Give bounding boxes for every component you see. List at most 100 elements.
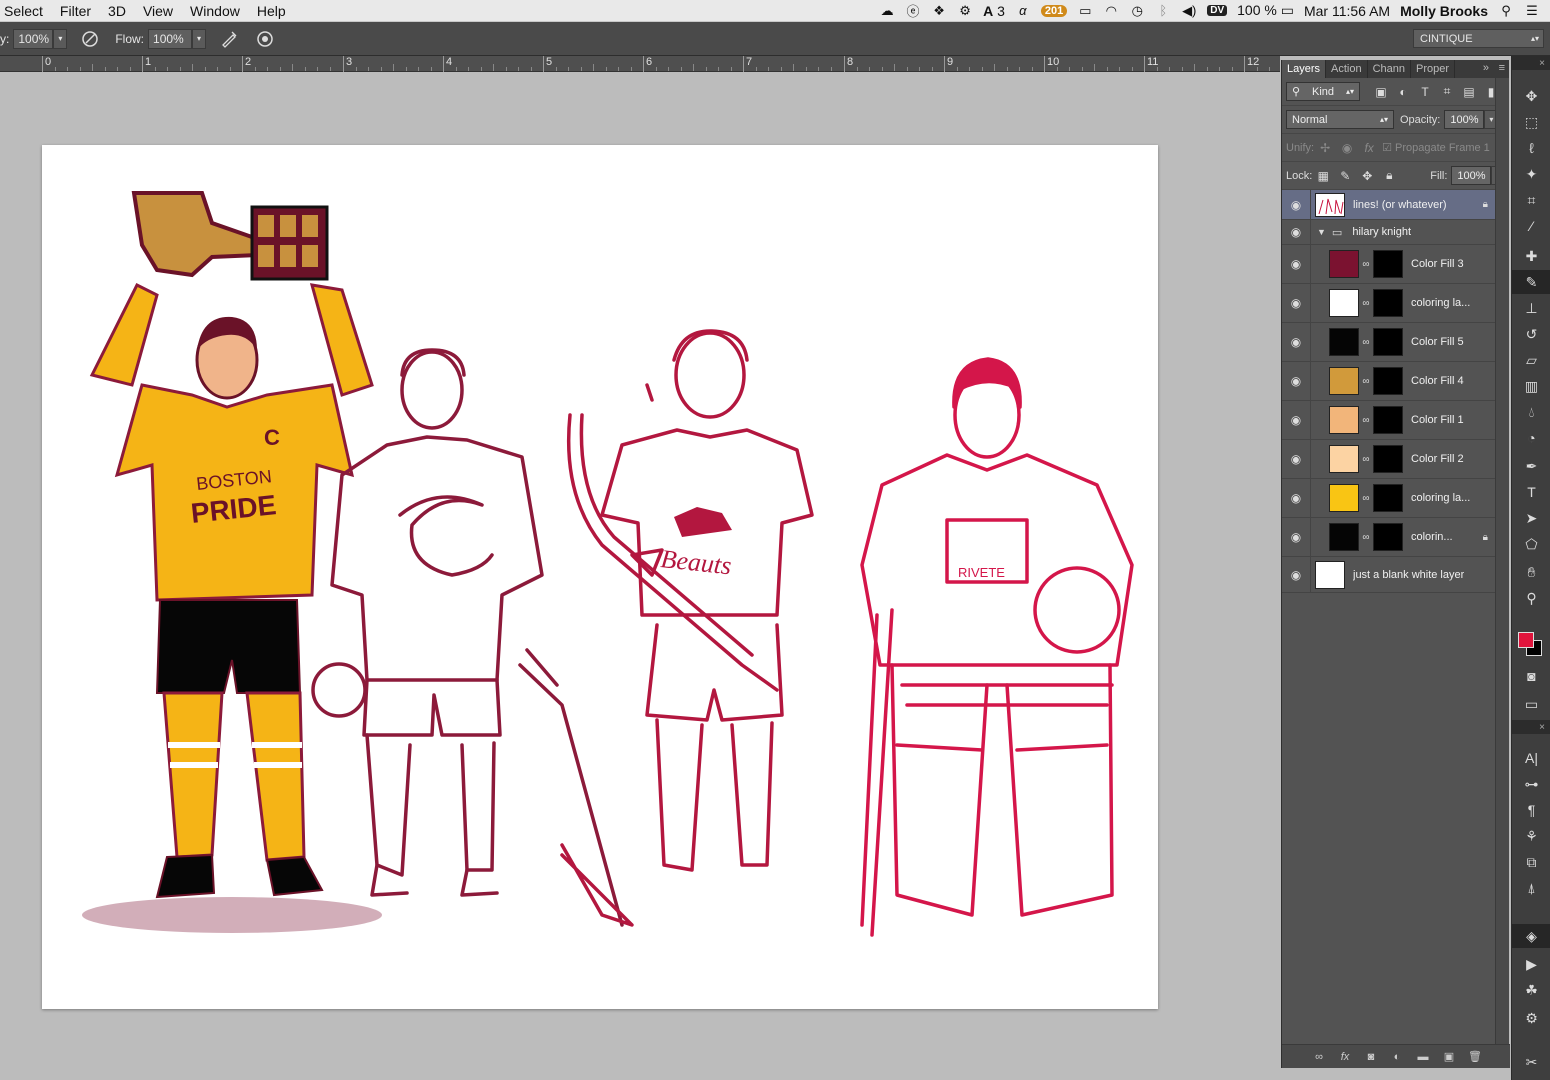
more-tabs-icon[interactable]: » xyxy=(1483,62,1489,74)
filter-pixel-icon[interactable]: ▣ xyxy=(1370,85,1392,99)
blur-tool-icon[interactable]: 💧︎ xyxy=(1512,400,1550,424)
bluetooth-icon[interactable]: ᛒ xyxy=(1155,3,1171,18)
tab-channels[interactable]: Chann xyxy=(1368,60,1412,78)
crop-tool-icon[interactable]: ⌗ xyxy=(1512,188,1550,212)
mask-link-icon[interactable]: ∞ xyxy=(1359,298,1373,309)
layer-row-coloring-black[interactable]: ◉ ∞ colorin... 🔒︎ xyxy=(1282,518,1496,557)
brush-tool-icon[interactable]: ✎ xyxy=(1512,270,1550,294)
clock[interactable]: Mar 11:56 AM xyxy=(1304,3,1390,19)
notification-center-icon[interactable]: ☰ xyxy=(1524,3,1540,19)
magic-wand-tool-icon[interactable]: ✦ xyxy=(1512,162,1550,186)
timeline-play-icon[interactable]: ▶ xyxy=(1512,952,1550,976)
visibility-eye-icon[interactable]: ◉ xyxy=(1282,374,1310,388)
screen-mode-icon[interactable]: ▭ xyxy=(1512,692,1550,716)
add-mask-icon[interactable]: ◙ xyxy=(1358,1051,1384,1063)
group-expand-arrow-icon[interactable]: ▼ xyxy=(1317,227,1326,237)
visibility-eye-icon[interactable]: ◉ xyxy=(1282,198,1310,212)
eraser-tool-icon[interactable]: ▱ xyxy=(1512,348,1550,372)
lock-position-icon[interactable]: ✥ xyxy=(1356,169,1378,183)
tool-presets-icon[interactable]: ✂ xyxy=(1512,1050,1550,1074)
user-name[interactable]: Molly Brooks xyxy=(1400,3,1488,19)
panel-scrollbar[interactable] xyxy=(1495,78,1509,1046)
pen-tool-icon[interactable]: ✒ xyxy=(1512,454,1550,478)
new-layer-icon[interactable]: ▣ xyxy=(1436,1050,1462,1063)
visibility-eye-icon[interactable]: ◉ xyxy=(1282,225,1310,239)
propagate-checkbox[interactable]: ☑ xyxy=(1382,141,1392,154)
menu-filter[interactable]: Filter xyxy=(60,3,91,19)
new-adjustment-icon[interactable]: ◐ xyxy=(1384,1051,1410,1063)
clone-stamp-tool-icon[interactable]: ⊥ xyxy=(1512,296,1550,320)
blend-mode-select[interactable]: Normal ▴▾ xyxy=(1286,110,1394,129)
visibility-eye-icon[interactable]: ◉ xyxy=(1282,335,1310,349)
quick-mask-icon[interactable]: ◙ xyxy=(1512,664,1550,688)
spotlight-search-icon[interactable]: ⚲ xyxy=(1498,3,1514,19)
brushes-panel-icon[interactable]: ⚘ xyxy=(1512,824,1550,848)
visibility-eye-icon[interactable]: ◉ xyxy=(1282,296,1310,310)
volume-icon[interactable]: ◀) xyxy=(1181,3,1197,19)
type-tool-icon[interactable]: T xyxy=(1512,480,1550,504)
airplay-icon[interactable]: ▭ xyxy=(1077,3,1093,19)
clone-source-icon[interactable]: ⧉ xyxy=(1512,850,1550,874)
filter-smart-object-icon[interactable]: ▤ xyxy=(1458,85,1480,99)
dropbox-icon[interactable]: ❖ xyxy=(931,3,947,19)
flow-field[interactable]: 100% xyxy=(148,28,193,49)
mask-link-icon[interactable]: ∞ xyxy=(1359,415,1373,426)
layer-row-color-fill-2[interactable]: ◉ ∞ Color Fill 2 xyxy=(1282,440,1496,479)
channels-panel-icon[interactable]: ☘ xyxy=(1512,978,1550,1002)
pressure-opacity-icon[interactable] xyxy=(77,26,103,52)
dv-icon[interactable]: DV xyxy=(1207,5,1228,16)
lock-pixels-icon[interactable]: ✎ xyxy=(1334,169,1356,183)
creative-cloud-icon[interactable]: ☁ xyxy=(879,3,895,19)
layer-row-color-fill-5[interactable]: ◉ ∞ Color Fill 5 xyxy=(1282,323,1496,362)
paragraph-panel-icon[interactable]: ¶ xyxy=(1512,798,1550,822)
document-canvas[interactable]: BOSTON PRIDE C Beauts RIVETE xyxy=(42,145,1158,1009)
canvas-area[interactable]: BOSTON PRIDE C Beauts RIVETE xyxy=(0,72,1280,1080)
hand-tool-icon[interactable]: ✋︎ xyxy=(1512,560,1550,584)
airbrush-icon[interactable] xyxy=(216,26,242,52)
zoom-tool-icon[interactable]: ⚲ xyxy=(1512,586,1550,610)
time-machine-icon[interactable]: ◷ xyxy=(1129,3,1145,19)
alpha-icon[interactable]: α xyxy=(1015,3,1031,18)
filter-shape-icon[interactable]: ⌗ xyxy=(1436,84,1458,99)
properties-panel-icon[interactable]: ⚙ xyxy=(1512,1006,1550,1030)
move-tool-icon[interactable]: ✥ xyxy=(1512,84,1550,108)
menu-view[interactable]: View xyxy=(143,3,173,19)
shape-tool-icon[interactable]: ⬠ xyxy=(1512,532,1550,556)
layer-row-coloring-layer-white[interactable]: ◉ ∞ coloring la... xyxy=(1282,284,1496,323)
wifi-icon[interactable]: ◠ xyxy=(1103,3,1119,19)
layer-row-color-fill-3[interactable]: ◉ ∞ Color Fill 3 xyxy=(1282,245,1496,284)
healing-brush-tool-icon[interactable]: ✚ xyxy=(1512,244,1550,268)
gradient-tool-icon[interactable]: ▥ xyxy=(1512,374,1550,398)
layer-row-color-fill-1[interactable]: ◉ ∞ Color Fill 1 xyxy=(1282,401,1496,440)
dodge-tool-icon[interactable]: ◔ xyxy=(1512,426,1550,450)
character-panel-icon[interactable]: A| xyxy=(1512,746,1550,770)
unify-visibility-icon[interactable]: ◉ xyxy=(1336,141,1358,155)
mask-link-icon[interactable]: ∞ xyxy=(1359,259,1373,270)
mask-link-icon[interactable]: ∞ xyxy=(1359,454,1373,465)
visibility-eye-icon[interactable]: ◉ xyxy=(1282,568,1310,582)
tab-layers[interactable]: Layers xyxy=(1282,60,1327,78)
mask-link-icon[interactable]: ∞ xyxy=(1359,493,1373,504)
tools-panel-header[interactable]: × xyxy=(1512,56,1550,70)
layer-group-hilary-knight[interactable]: ◉ ▼ ▭ hilary knight xyxy=(1282,220,1496,245)
mask-link-icon[interactable]: ∞ xyxy=(1359,337,1373,348)
opacity-field[interactable]: 100% xyxy=(13,28,54,49)
menu-help[interactable]: Help xyxy=(257,3,286,19)
lock-transparency-icon[interactable]: ▦ xyxy=(1312,169,1334,183)
character-styles-icon[interactable]: ⍋ xyxy=(1512,876,1550,900)
layer-row-coloring-layer-yellow[interactable]: ◉ ∞ coloring la... xyxy=(1282,479,1496,518)
battery-status[interactable]: 100 % ▭ xyxy=(1237,2,1294,19)
marquee-tool-icon[interactable]: ⬚ xyxy=(1512,110,1550,134)
visibility-eye-icon[interactable]: ◉ xyxy=(1282,491,1310,505)
unify-position-icon[interactable]: ✢ xyxy=(1314,141,1336,155)
layer-opacity-field[interactable]: 100% xyxy=(1444,110,1485,129)
lock-all-icon[interactable]: 🔒︎ xyxy=(1378,168,1400,183)
filter-adjustment-icon[interactable]: ◐ xyxy=(1392,85,1414,99)
secondary-panel-header[interactable]: × xyxy=(1512,720,1550,734)
pressure-size-icon[interactable] xyxy=(252,26,278,52)
eyedropper-tool-icon[interactable]: ⁄ xyxy=(1512,214,1550,238)
visibility-eye-icon[interactable]: ◉ xyxy=(1282,530,1310,544)
menu-select[interactable]: Select xyxy=(4,3,43,19)
layer-style-icon[interactable]: fx xyxy=(1332,1051,1358,1063)
path-selection-tool-icon[interactable]: ➤ xyxy=(1512,506,1550,530)
